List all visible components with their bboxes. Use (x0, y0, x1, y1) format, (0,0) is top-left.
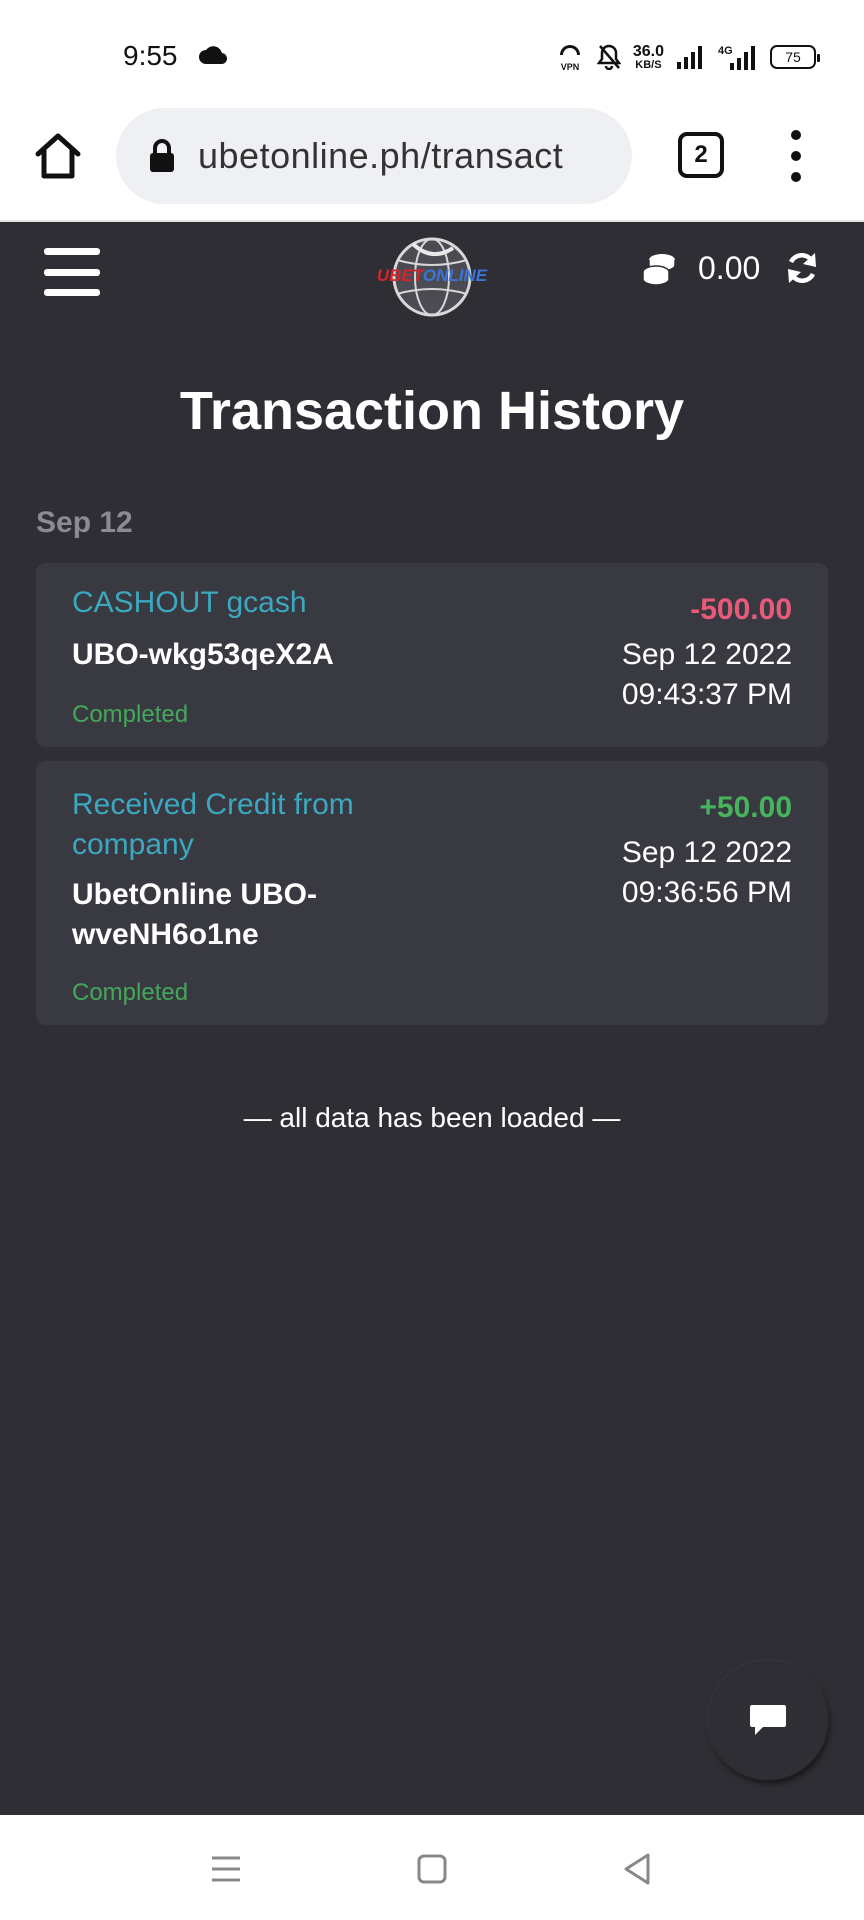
transaction-amount: -500.00 (690, 593, 792, 626)
transaction-card[interactable]: CASHOUT gcash UBO-wkg53qeX2A Completed -… (36, 563, 828, 747)
more-menu-icon[interactable] (784, 130, 808, 182)
ubetonline-logo[interactable]: UBETONLINE (357, 232, 507, 322)
status-bar: 9:55 VPN 36.0 KB/S 4G 75 (0, 0, 864, 110)
transaction-status: Completed (72, 701, 189, 728)
address-bar[interactable]: ubetonline.ph/transact (116, 108, 632, 204)
transaction-time: 09:36:56 PM (621, 876, 792, 909)
transaction-datetime: Sep 12 2022 09:43:37 PM (622, 635, 792, 715)
coins-icon (642, 254, 676, 286)
recent-apps-icon[interactable] (208, 1851, 244, 1887)
menu-icon[interactable] (44, 248, 100, 296)
transaction-reference: UbetOnline UBO-wveNH6o1ne (72, 878, 317, 951)
lock-icon (150, 139, 174, 172)
status-time: 9:55 (123, 40, 178, 71)
transaction-title: CASHOUT gcash (72, 586, 307, 619)
transaction-title: Received Credit from company (72, 788, 354, 861)
page-title: Transaction History (179, 381, 685, 441)
tabs-button[interactable]: 2 (678, 132, 724, 178)
transaction-time: 09:43:37 PM (621, 678, 792, 711)
transaction-reference: UBO-wkg53qeX2A (72, 638, 334, 671)
signal-4g-icon: 4G (718, 45, 755, 70)
url-text[interactable]: ubetonline.ph/transact (198, 135, 563, 177)
transaction-card[interactable]: Received Credit from company UbetOnline … (36, 761, 828, 1025)
transaction-datetime: Sep 12 2022 09:36:56 PM (622, 833, 792, 913)
svg-text:4G: 4G (718, 45, 733, 57)
vpn-icon: VPN (559, 45, 580, 72)
browser-toolbar: ubetonline.ph/transact 2 (0, 100, 864, 222)
chat-button[interactable] (708, 1660, 828, 1780)
svg-text:UBETONLINE: UBETONLINE (377, 266, 488, 285)
date-group-header: Sep 12 (36, 506, 133, 539)
signal-icon (677, 46, 702, 69)
bell-off-icon (596, 44, 621, 70)
back-icon[interactable] (620, 1851, 656, 1887)
end-of-list-message: — all data has been loaded — (243, 1102, 621, 1133)
home-button[interactable] (30, 128, 86, 184)
app-header: UBETONLINE 0.00 (0, 224, 864, 320)
balance-amount: 0.00 (698, 250, 761, 286)
transaction-date: Sep 12 2022 (621, 836, 792, 869)
refresh-icon[interactable] (784, 250, 820, 286)
chat-icon (750, 1705, 786, 1735)
transaction-amount: +50.00 (699, 791, 792, 824)
cloud-icon (199, 46, 228, 65)
transaction-date: Sep 12 2022 (621, 638, 792, 671)
battery-indicator: 75 (770, 45, 820, 69)
network-speed: 36.0 KB/S (632, 42, 664, 71)
transaction-status: Completed (72, 979, 189, 1006)
svg-text:VPN: VPN (561, 62, 580, 72)
home-nav-icon[interactable] (414, 1851, 450, 1887)
system-navigation-bar (0, 1815, 864, 1920)
